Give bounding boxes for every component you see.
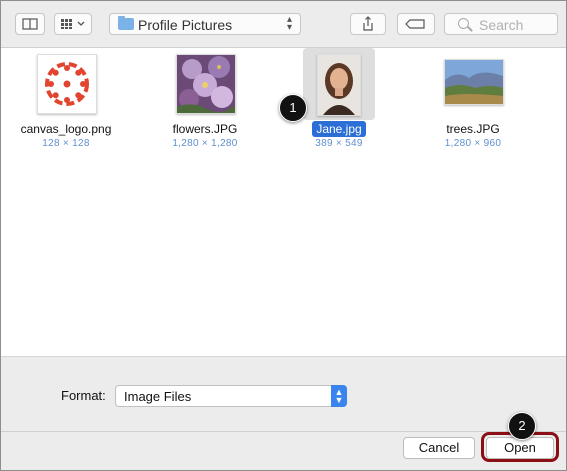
search-placeholder: Search [479,17,524,33]
toolbar: Profile Pictures ▴ ▾ Search [1,1,566,48]
trees-thumbnail [444,59,504,105]
canvas-logo-icon [45,62,89,106]
divider [1,431,566,432]
format-select[interactable]: Image Files ▲ ▼ [115,385,347,407]
location-popup[interactable]: Profile Pictures ▴ ▾ [109,13,301,35]
share-icon [363,16,373,31]
cancel-button[interactable]: Cancel [403,437,475,459]
file-name: flowers.JPG [172,122,238,136]
share-button[interactable] [350,13,386,35]
file-name: trees.JPG [446,122,500,136]
canvas-logo-thumbnail [37,54,97,114]
open-button[interactable]: Open [486,437,554,459]
format-value: Image Files [124,389,192,404]
file-name: canvas_logo.png [20,122,112,136]
columns-icon [22,18,38,30]
flowers-thumbnail [176,54,236,114]
file-name: Jane.jpg [279,121,399,137]
location-label: Profile Pictures [138,17,233,33]
callout-badge-2: 2 [508,412,536,440]
file-dimensions: 1,280 × 960 [444,138,502,149]
file-dimensions: 128 × 128 [42,138,90,149]
file-dimensions: 389 × 549 [315,138,363,149]
folder-icon [118,16,134,30]
flowers-image [177,55,235,113]
icon-view-button[interactable] [54,13,92,35]
search-icon [458,18,469,29]
selected-file-name: Jane.jpg [312,121,366,137]
updown-chevron-icon: ▴ ▾ [286,14,292,33]
format-bar: Format: Image Files ▲ ▼ Cancel Open 2 [1,356,566,470]
search-field[interactable]: Search [444,13,558,35]
tag-button[interactable] [397,13,435,35]
file-dimensions: 1,280 × 1,280 [172,138,238,149]
landscape-image [445,60,503,104]
file-grid: canvas_logo.png 128 × 128 flowers.JPG 1,… [1,48,566,356]
tag-icon [405,19,425,29]
jane-thumbnail [317,54,361,116]
updown-chevron-icon: ▲ ▼ [331,385,347,407]
selection-highlight [303,48,375,120]
callout-badge-1: 1 [279,94,307,122]
grid-icon [61,19,85,29]
portrait-image [318,55,360,115]
file-open-dialog: Profile Pictures ▴ ▾ Search canvas_logo.… [0,0,567,471]
column-view-button[interactable] [15,13,45,35]
format-label: Format: [61,388,106,403]
